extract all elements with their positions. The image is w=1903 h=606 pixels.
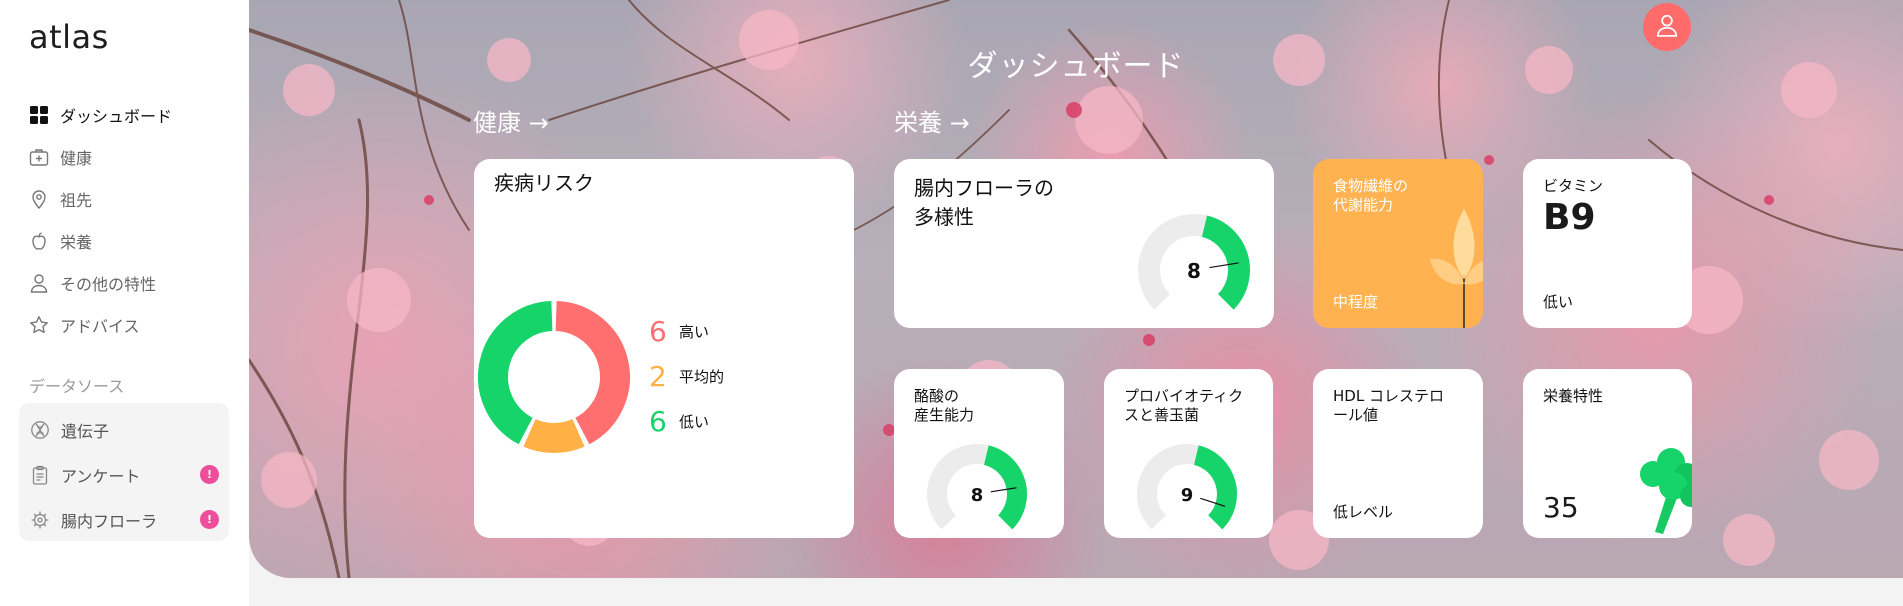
bacteria-icon — [30, 510, 50, 530]
user-avatar-button[interactable] — [1643, 3, 1691, 51]
person-icon — [29, 273, 49, 293]
nutrition-traits-count: 35 — [1543, 491, 1579, 524]
nav-item-dashboard[interactable]: ダッシュボード — [29, 94, 239, 136]
card-title: 腸内フローラの 多様性 — [914, 174, 1054, 232]
title-line: 酪酸の — [914, 387, 960, 405]
title-line: スと善玉菌 — [1124, 406, 1200, 424]
grid-icon — [29, 105, 49, 125]
risk-count-low: 6 — [649, 405, 667, 438]
main-hero: ダッシュボード 健康 → 栄養 → 疾病リスク 6 高い 2 平均的 6 低い — [249, 0, 1903, 578]
probiotics-gauge: 9 — [1137, 444, 1237, 530]
title-line: 多様性 — [914, 205, 974, 229]
data-source-label: アンケート — [61, 466, 141, 486]
donut-slice-1 — [523, 418, 585, 453]
card-title: プロバイオティク スと善玉菌 — [1124, 387, 1243, 425]
title-line: HDL コレステロ — [1333, 387, 1444, 405]
grain-icon — [1430, 209, 1483, 328]
donut-slice-2 — [478, 301, 554, 445]
nav-item-health[interactable]: 健康 — [29, 136, 239, 178]
title-line: ール値 — [1333, 406, 1379, 424]
card-title: ビタミン — [1543, 177, 1604, 195]
risk-label-average: 平均的 — [679, 368, 725, 386]
title-line: プロバイオティク — [1124, 387, 1244, 405]
broccoli-icon — [1640, 448, 1692, 534]
nav-item-nutrition[interactable]: 栄養 — [29, 220, 239, 262]
nav-item-ancestry[interactable]: 祖先 — [29, 178, 239, 220]
nutrition-section-link[interactable]: 栄養 → — [894, 103, 970, 138]
data-sources-heading: データソース — [29, 377, 125, 396]
risk-label-low: 低い — [679, 413, 710, 431]
gauge-score: 9 — [1181, 485, 1194, 506]
vitamin-level: 低い — [1543, 293, 1574, 311]
map-pin-icon — [29, 189, 49, 209]
gauge-score: 8 — [1187, 259, 1201, 283]
alert-badge: ! — [200, 465, 219, 484]
nav-item-advice[interactable]: アドバイス — [29, 304, 239, 346]
risk-count-average: 2 — [649, 360, 667, 393]
vitamin-card[interactable]: ビタミン B9 低い — [1523, 159, 1692, 328]
hdl-level: 低レベル — [1333, 503, 1394, 521]
star-icon — [29, 315, 49, 335]
nav-label: 健康 — [60, 149, 93, 168]
gut-diversity-gauge: 8 — [1138, 214, 1250, 310]
clipboard-icon — [30, 465, 50, 485]
data-source-label: 遺伝子 — [61, 421, 110, 441]
card-title: 栄養特性 — [1543, 387, 1604, 405]
probiotics-card[interactable]: プロバイオティク スと善玉菌 9 — [1104, 369, 1273, 538]
nav-label: ダッシュボード — [60, 107, 173, 126]
card-title: 疾病リスク — [494, 171, 594, 195]
gauge-score: 8 — [971, 485, 984, 506]
sidebar: atlas ダッシュボード 健康 祖先 栄養 その他の特性 アドバイス データソ… — [0, 0, 249, 606]
risk-legend: 6 高い 2 平均的 6 低い — [649, 309, 724, 444]
card-title: 酪酸の 産生能力 — [914, 387, 974, 425]
data-sources-panel: 遺伝子 アンケート ! 腸内フローラ ! — [19, 403, 229, 541]
title-line: 代謝能力 — [1333, 196, 1394, 214]
gut-diversity-card[interactable]: 腸内フローラの 多様性 8 — [894, 159, 1274, 328]
nav-label: 栄養 — [60, 233, 93, 252]
nav-label: その他の特性 — [60, 275, 157, 294]
nav-label: アドバイス — [60, 317, 140, 336]
hdl-cholesterol-card[interactable]: HDL コレステロ ール値 低レベル — [1313, 369, 1483, 538]
user-icon — [1654, 12, 1680, 42]
title-line: 産生能力 — [914, 406, 975, 424]
nutrition-traits-card[interactable]: 栄養特性 35 — [1523, 369, 1692, 538]
nav-item-other-traits[interactable]: その他の特性 — [29, 262, 239, 304]
risk-legend-high: 6 高い — [649, 309, 724, 354]
nav-label: 祖先 — [60, 191, 93, 210]
risk-donut-chart — [478, 301, 630, 453]
disease-risk-card[interactable]: 疾病リスク 6 高い 2 平均的 6 低い — [474, 159, 854, 538]
fiber-metabolism-card[interactable]: 食物繊維の 代謝能力 中程度 — [1313, 159, 1483, 328]
data-source-gut-flora[interactable]: 腸内フローラ ! — [19, 497, 229, 542]
risk-legend-low: 6 低い — [649, 399, 724, 444]
risk-label-high: 高い — [679, 323, 710, 341]
alert-badge: ! — [200, 510, 219, 529]
card-title: 食物繊維の 代謝能力 — [1333, 177, 1408, 215]
dna-icon — [30, 420, 50, 440]
fiber-level: 中程度 — [1333, 293, 1379, 311]
donut-slice-0 — [554, 301, 630, 445]
gauge-fill — [1193, 445, 1237, 530]
card-title: HDL コレステロ ール値 — [1333, 387, 1444, 425]
risk-legend-average: 2 平均的 — [649, 354, 724, 399]
data-source-survey[interactable]: アンケート ! — [19, 452, 229, 497]
data-source-genes[interactable]: 遺伝子 — [19, 407, 229, 452]
apple-icon — [29, 231, 49, 251]
main-nav: ダッシュボード 健康 祖先 栄養 その他の特性 アドバイス — [29, 94, 239, 346]
risk-count-high: 6 — [649, 315, 667, 348]
butyrate-gauge: 8 — [927, 444, 1027, 530]
title-line: 食物繊維の — [1333, 177, 1409, 195]
butyrate-card[interactable]: 酪酸の 産生能力 8 — [894, 369, 1064, 538]
medical-kit-icon — [29, 147, 49, 167]
health-section-link[interactable]: 健康 → — [473, 103, 549, 138]
vitamin-name: B9 — [1543, 197, 1596, 238]
title-line: 腸内フローラの — [914, 176, 1054, 200]
data-source-label: 腸内フローラ — [61, 511, 158, 531]
app-logo[interactable]: atlas — [29, 18, 109, 56]
